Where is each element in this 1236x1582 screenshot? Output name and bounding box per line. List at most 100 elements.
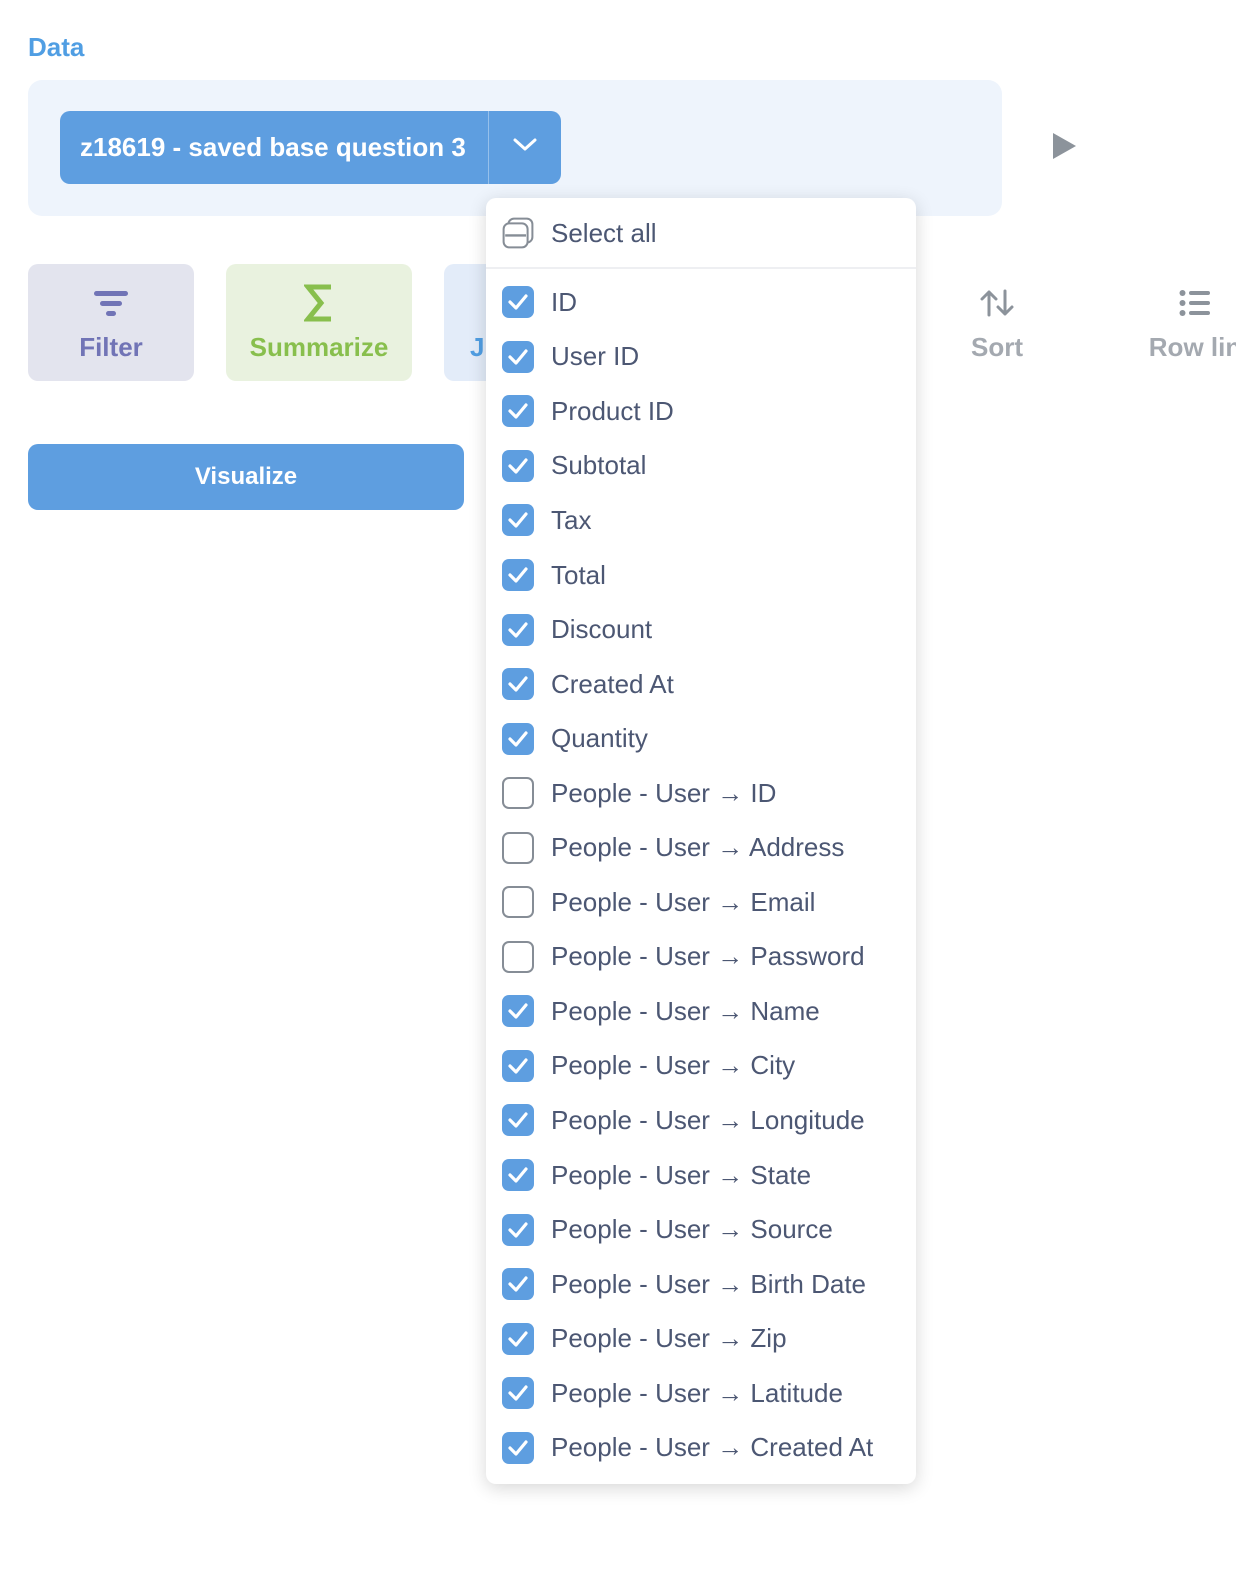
notebook-page: Data z18619 - saved base question 3 Filt… (0, 0, 1236, 1582)
column-label: People - User → City (551, 1050, 796, 1081)
check-icon (508, 294, 528, 310)
column-checkbox[interactable] (502, 722, 534, 755)
column-option[interactable]: Quantity (486, 711, 916, 766)
column-option[interactable]: People - User → City (486, 1039, 916, 1094)
check-icon (508, 403, 528, 419)
check-icon (508, 1058, 528, 1074)
column-option[interactable]: People - User → Longitude (486, 1093, 916, 1148)
column-checkbox[interactable] (502, 1322, 534, 1355)
column-option[interactable]: People - User → Zip (486, 1311, 916, 1366)
column-label: People - User → Email (551, 886, 816, 917)
check-icon (508, 1221, 528, 1238)
check-icon (508, 1385, 528, 1401)
column-checkbox[interactable] (502, 1104, 534, 1137)
column-checkbox[interactable] (502, 1049, 534, 1082)
column-checkbox[interactable] (502, 1159, 534, 1192)
preview-button[interactable] (1046, 130, 1082, 166)
column-option[interactable]: People - User → Created At (486, 1420, 916, 1475)
join-label: J (470, 332, 485, 362)
column-label: User ID (551, 341, 640, 372)
select-all-toggle[interactable]: Select all (486, 198, 916, 268)
column-label: People - User → Source (551, 1214, 833, 1245)
column-checkbox[interactable] (502, 340, 534, 373)
chevron-down-icon (512, 137, 538, 158)
column-option[interactable]: People - User → Source (486, 1202, 916, 1257)
column-option[interactable]: People - User → Latitude (486, 1366, 916, 1421)
sort-label: Sort (971, 332, 1023, 362)
column-option[interactable]: People - User → ID (486, 766, 916, 821)
list-icon (1179, 282, 1211, 324)
column-label: People - User → Password (551, 941, 865, 972)
column-picker-popover: Select all ID User ID Product ID Subtotal Ta… (486, 198, 916, 1484)
column-label: People - User → Zip (551, 1323, 787, 1354)
column-checkbox[interactable] (502, 395, 534, 428)
column-label: Created At (551, 668, 674, 699)
column-checkbox[interactable] (502, 995, 534, 1028)
column-checkbox[interactable] (502, 286, 534, 319)
column-label: Product ID (551, 395, 674, 426)
column-option[interactable]: Discount (486, 602, 916, 657)
select-all-icon[interactable] (502, 217, 534, 249)
column-label: Tax (551, 504, 592, 535)
check-icon (508, 1112, 528, 1129)
column-option[interactable]: Subtotal (486, 439, 916, 494)
column-checkbox[interactable] (502, 1213, 534, 1246)
summarize-button[interactable]: Summarize (226, 264, 412, 381)
play-icon (1050, 131, 1078, 166)
check-icon (508, 621, 528, 638)
column-option[interactable]: People - User → Name (486, 984, 916, 1039)
column-checkbox[interactable] (502, 940, 534, 973)
check-icon (508, 567, 528, 583)
column-checkbox[interactable] (502, 449, 534, 482)
check-icon (508, 1167, 528, 1183)
column-label: Total (551, 559, 606, 590)
column-checkbox[interactable] (502, 504, 534, 537)
column-label: ID (551, 286, 577, 317)
data-source-picker[interactable]: z18619 - saved base question 3 (60, 111, 561, 184)
column-option[interactable]: People - User → Password (486, 930, 916, 985)
column-option[interactable]: Total (486, 548, 916, 603)
column-checkbox[interactable] (502, 559, 534, 591)
column-checkbox[interactable] (502, 831, 534, 864)
row-limit-button[interactable]: Row lin (1120, 264, 1236, 381)
check-icon (508, 676, 528, 692)
select-all-label: Select all (551, 217, 657, 248)
column-option[interactable]: Product ID (486, 384, 916, 439)
column-checkbox[interactable] (502, 668, 534, 701)
data-source-name[interactable]: z18619 - saved base question 3 (60, 111, 489, 184)
divider (486, 267, 916, 269)
check-icon (508, 512, 528, 529)
column-checkbox[interactable] (502, 1431, 534, 1464)
column-label: People - User → State (551, 1159, 812, 1190)
column-label: People - User → Latitude (551, 1377, 843, 1408)
column-checkbox[interactable] (502, 777, 534, 810)
check-icon (508, 1440, 528, 1456)
column-checkbox[interactable] (502, 1268, 534, 1301)
column-label: People - User → Address (551, 832, 845, 863)
column-checkbox[interactable] (502, 1377, 534, 1410)
filter-icon (93, 282, 129, 324)
column-option[interactable]: Tax (486, 493, 916, 548)
column-picker-toggle[interactable] (489, 111, 561, 184)
column-label: People - User → Longitude (551, 1104, 865, 1135)
column-option[interactable]: People - User → Birth Date (486, 1257, 916, 1312)
sigma-icon (304, 282, 334, 324)
column-option[interactable]: People - User → Email (486, 875, 916, 930)
column-option[interactable]: People - User → State (486, 1148, 916, 1203)
column-list: ID User ID Product ID Subtotal Tax Total Disco… (486, 275, 916, 1475)
row-limit-label: Row lin (1148, 332, 1236, 362)
column-checkbox[interactable] (502, 613, 534, 646)
column-option[interactable]: Created At (486, 657, 916, 712)
filter-label: Filter (79, 332, 143, 362)
filter-button[interactable]: Filter (28, 264, 194, 381)
column-label: People - User → Name (551, 995, 820, 1026)
column-checkbox[interactable] (502, 886, 534, 919)
column-option[interactable]: ID (486, 275, 916, 330)
check-icon (508, 1331, 528, 1347)
column-label: People - User → ID (551, 777, 777, 808)
check-icon (508, 1276, 528, 1292)
visualize-button[interactable]: Visualize (28, 444, 464, 510)
column-option[interactable]: People - User → Address (486, 820, 916, 875)
column-option[interactable]: User ID (486, 330, 916, 385)
sort-button[interactable]: Sort (946, 264, 1048, 381)
